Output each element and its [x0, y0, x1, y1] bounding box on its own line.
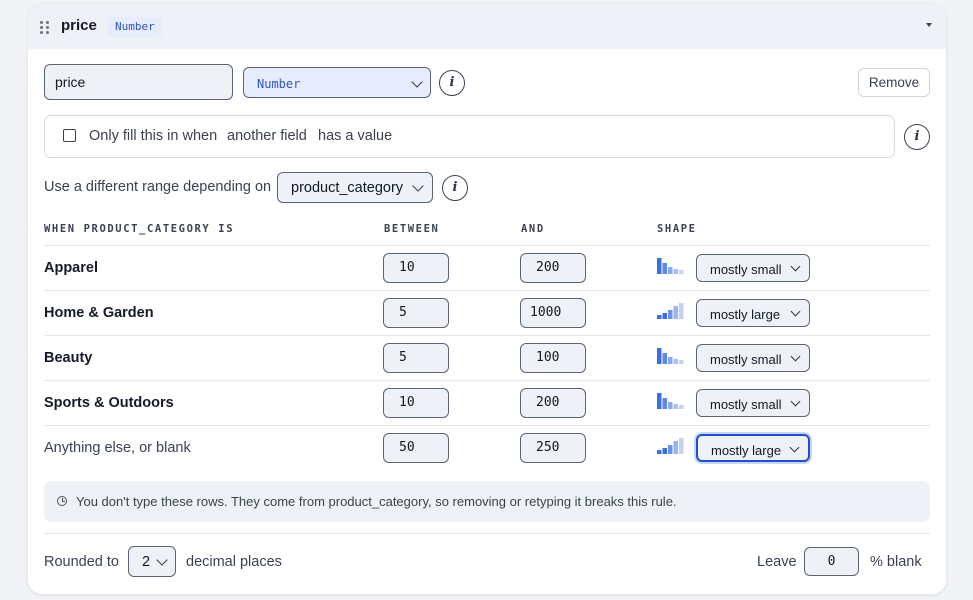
column-header-shape: SHAPE: [657, 223, 697, 235]
chevron-down-icon: [790, 261, 801, 272]
shape-select[interactable]: mostly small: [696, 389, 810, 417]
between-input[interactable]: 5: [383, 343, 449, 373]
condition-box: Only fill this in when another field has…: [44, 115, 895, 158]
shape-value: mostly large: [711, 443, 782, 458]
between-input[interactable]: 50: [383, 433, 449, 463]
between-input[interactable]: 10: [383, 388, 449, 418]
condition-text-end: has a value: [318, 128, 393, 144]
table-row: Beauty 5 100 mostly small: [44, 335, 930, 380]
column-header-and: AND: [521, 223, 545, 235]
range-field-value: product_category: [291, 180, 404, 196]
decimal-places-select[interactable]: 2: [128, 546, 176, 577]
shape-value: mostly small: [710, 262, 782, 277]
info-note: You don't type these rows. They come fro…: [44, 481, 930, 522]
and-input[interactable]: 100: [520, 343, 586, 373]
decimal-places-label: decimal places: [186, 554, 282, 570]
field-card: price Number price Number i Remove Only …: [28, 4, 946, 594]
leave-label: Leave: [757, 554, 797, 570]
blank-percent-label: % blank: [870, 554, 922, 570]
row-category-label: Home & Garden: [44, 305, 154, 321]
table-row: Anything else, or blank 50 250 mostly la…: [44, 425, 930, 470]
chevron-down-icon: [790, 306, 801, 317]
and-input[interactable]: 1000: [520, 298, 586, 328]
row-category-label: Beauty: [44, 350, 93, 366]
between-input[interactable]: 5: [383, 298, 449, 328]
mostly-large-icon: [657, 303, 684, 319]
row-category-label: Anything else, or blank: [44, 440, 191, 456]
condition-text: Only fill this in when: [89, 128, 218, 144]
shape-select[interactable]: mostly large: [696, 434, 810, 462]
table-row: Apparel 10 200 mostly small: [44, 245, 930, 290]
clock-icon: [57, 496, 67, 506]
shape-select[interactable]: mostly small: [696, 254, 810, 282]
card-header[interactable]: price Number: [28, 4, 946, 49]
drag-handle-icon[interactable]: [40, 21, 50, 34]
shape-value: mostly small: [710, 397, 782, 412]
type-info-icon[interactable]: i: [439, 70, 465, 96]
mostly-small-icon: [657, 258, 684, 274]
row-category-label: Sports & Outdoors: [44, 395, 174, 411]
divider: [44, 533, 930, 534]
decimal-places-value: 2: [142, 554, 151, 570]
field-type-select[interactable]: Number: [243, 67, 431, 98]
rounded-label: Rounded to: [44, 554, 119, 570]
range-info-icon[interactable]: i: [442, 175, 468, 201]
mostly-small-icon: [657, 348, 684, 364]
mostly-small-icon: [657, 393, 684, 409]
column-header-when: WHEN PRODUCT_CATEGORY IS: [44, 223, 235, 235]
condition-info-icon[interactable]: i: [904, 124, 930, 150]
shape-value: mostly large: [710, 307, 781, 322]
range-label: Use a different range depending on: [44, 179, 272, 195]
and-input[interactable]: 200: [520, 253, 586, 283]
and-input[interactable]: 250: [520, 433, 586, 463]
column-header-between: BETWEEN: [384, 223, 440, 235]
mostly-large-icon: [657, 438, 684, 454]
chevron-down-icon: [412, 180, 424, 192]
field-name-input[interactable]: price: [44, 64, 233, 100]
and-input[interactable]: 200: [520, 388, 586, 418]
remove-button[interactable]: Remove: [858, 68, 930, 97]
shape-select[interactable]: mostly large: [696, 299, 810, 327]
field-type-value: Number: [257, 77, 301, 91]
row-category-label: Apparel: [44, 260, 98, 276]
shape-value: mostly small: [710, 352, 782, 367]
table-row: Sports & Outdoors 10 200 mostly small: [44, 380, 930, 425]
field-title: price: [61, 17, 97, 34]
condition-field-link[interactable]: another field: [227, 128, 307, 144]
type-badge: Number: [108, 17, 162, 37]
chevron-down-icon: [790, 351, 801, 362]
collapse-chevron-icon[interactable]: [926, 23, 932, 27]
blank-percent-input[interactable]: 0: [804, 547, 859, 576]
condition-checkbox[interactable]: [63, 129, 76, 142]
table-row: Home & Garden 5 1000 mostly large: [44, 290, 930, 335]
chevron-down-icon: [156, 554, 168, 566]
between-input[interactable]: 10: [383, 253, 449, 283]
chevron-down-icon: [411, 76, 423, 88]
note-text: You don't type these rows. They come fro…: [76, 494, 677, 509]
shape-select[interactable]: mostly small: [696, 344, 810, 372]
chevron-down-icon: [789, 442, 800, 453]
chevron-down-icon: [790, 396, 801, 407]
range-field-select[interactable]: product_category: [277, 172, 433, 203]
